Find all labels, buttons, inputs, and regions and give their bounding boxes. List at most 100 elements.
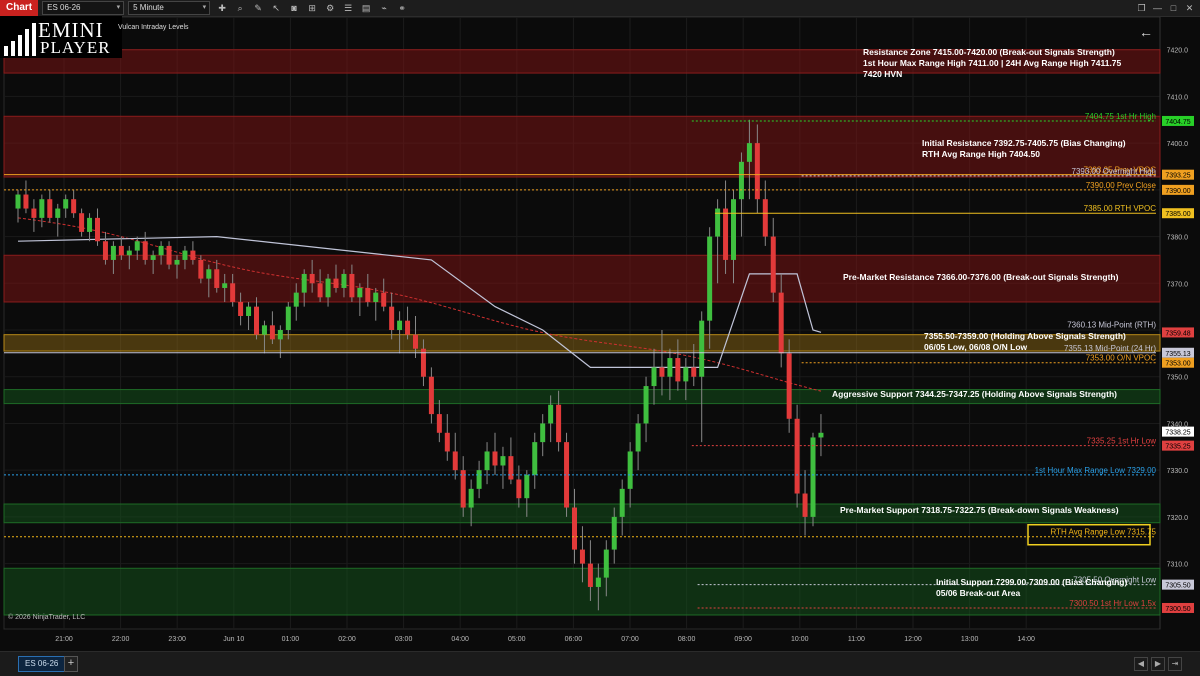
candle-body <box>277 330 283 340</box>
candle-body <box>452 451 458 471</box>
chart-menu-button[interactable]: Chart <box>0 0 39 16</box>
indicators-icon[interactable]: ⊞ <box>306 2 318 14</box>
price-chart[interactable]: 21:00 22:00 23:00 Jun 10 01:00 02:00 03:00 04:0… <box>0 16 1200 659</box>
pointer-icon[interactable]: ↖ <box>270 2 282 14</box>
time-tick-label: 12:00 <box>904 636 922 643</box>
link-icon[interactable]: ⚭ <box>396 2 408 14</box>
list-icon[interactable]: ☰ <box>342 2 354 14</box>
chevron-down-icon: ▾ <box>116 4 121 11</box>
instrument-value: ES 06-26 <box>47 3 81 12</box>
back-arrow-icon: ← <box>1139 24 1153 40</box>
level-label: 7390.00 Prev Close <box>1086 181 1157 190</box>
candle-body <box>683 367 689 382</box>
candle-body <box>206 269 212 279</box>
crosshair-icon[interactable]: ✚ <box>216 2 228 14</box>
add-tab-button[interactable]: + <box>64 656 78 672</box>
time-tick-label: 06:00 <box>565 636 583 643</box>
candle-body <box>444 432 450 452</box>
candle-body <box>754 143 760 200</box>
pencil-icon[interactable]: ✎ <box>252 2 264 14</box>
zone-label: 06/05 Low, 06/08 O/N Low <box>924 342 1028 352</box>
candle-body <box>102 241 108 260</box>
instrument-selector[interactable]: ES 06-26 ▾ <box>42 1 125 15</box>
time-tick-label: 14:00 <box>1017 636 1035 643</box>
candle-body <box>95 217 100 242</box>
candle-body <box>333 278 339 288</box>
candle-body <box>341 273 347 288</box>
zone-label: RTH Avg Range High 7404.50 <box>922 149 1040 159</box>
candle-body <box>269 325 275 340</box>
price-tick-label: 7330.0 <box>1167 468 1189 475</box>
price-tag-label: 7393.25 <box>1165 173 1190 180</box>
time-tick-label: 22:00 <box>112 636 130 643</box>
minimize-icon[interactable]: — <box>1151 2 1164 14</box>
candle-body <box>158 245 164 256</box>
chart-panel[interactable]: 21:00 22:00 23:00 Jun 10 01:00 02:00 03:00 04:0… <box>0 16 1200 659</box>
time-tick-label: 04:00 <box>451 636 469 643</box>
indicator-label: Vulcan Intraday Levels <box>118 24 189 31</box>
price-tag-label: 7335.25 <box>1165 444 1190 451</box>
candle-body <box>770 236 776 293</box>
candle-body <box>134 241 140 251</box>
candle-body <box>150 255 156 260</box>
candle-body <box>524 474 530 499</box>
candle-body <box>611 516 617 550</box>
time-tick-label: 11:00 <box>848 636 865 643</box>
candle-body <box>198 259 204 279</box>
scroll-controls: ◀ ▶ ⇥ <box>1131 657 1182 671</box>
candle-body <box>254 306 259 335</box>
draw-icon[interactable]: ⌁ <box>378 2 390 14</box>
candle-body <box>301 273 307 293</box>
level-label: 7385.00 RTH VPOC <box>1084 204 1157 213</box>
candle-body <box>142 241 148 260</box>
candle-body <box>778 292 784 354</box>
level-label: 7355.13 Mid-Point (24 Hr) <box>1064 344 1156 353</box>
candle-body <box>381 292 387 307</box>
candle-body <box>214 269 220 288</box>
candle-body <box>31 208 37 218</box>
properties-icon[interactable]: ▤ <box>360 2 372 14</box>
interval-value: 5 Minute <box>133 3 164 12</box>
time-tick-label: 08:00 <box>678 636 696 643</box>
zone-label: Resistance Zone 7415.00-7420.00 (Break-o… <box>863 47 1115 57</box>
candle-body <box>317 283 323 298</box>
candle-body <box>468 488 474 508</box>
candle-body <box>55 208 61 218</box>
candle-body <box>397 320 403 331</box>
candle-body <box>230 283 236 302</box>
candle-body <box>436 414 442 433</box>
scroll-right-icon[interactable]: ▶ <box>1151 657 1165 671</box>
time-tick-label: Jun 10 <box>223 636 244 643</box>
candle-body <box>47 199 53 218</box>
price-tag-label: 7353.00 <box>1165 361 1190 368</box>
close-icon[interactable]: ✕ <box>1183 2 1196 14</box>
candle-body <box>23 194 29 209</box>
level-label: 7335.25 1st Hr Low <box>1087 437 1157 446</box>
restore-icon[interactable]: ❐ <box>1135 2 1148 14</box>
candle-body <box>587 563 593 587</box>
candle-body <box>405 320 411 335</box>
candle-body <box>548 404 554 424</box>
scroll-end-icon[interactable]: ⇥ <box>1168 657 1182 671</box>
price-tick-label: 7370.0 <box>1167 281 1189 288</box>
candle-body <box>516 479 522 499</box>
price-tick-label: 7400.0 <box>1167 141 1189 148</box>
price-tag-label: 7385.00 <box>1165 211 1190 218</box>
candle-body <box>579 549 585 564</box>
maximize-icon[interactable]: □ <box>1167 2 1180 14</box>
candle-body <box>357 287 363 298</box>
camera-icon[interactable]: ◙ <box>288 2 300 14</box>
candle-body <box>572 507 577 550</box>
tab-es-06-26[interactable]: ES 06-26 <box>18 656 66 672</box>
level-label: 1st Hour Max Range Low 7329.00 <box>1035 466 1157 475</box>
strategies-icon[interactable]: ⚙ <box>324 2 336 14</box>
zone-label: 7355.50-7359.00 (Holding Above Signals S… <box>924 331 1126 341</box>
candle-body <box>603 549 609 578</box>
time-tick-label: 09:00 <box>734 636 752 643</box>
candle-body <box>810 437 816 517</box>
candle-body <box>182 250 188 260</box>
zoom-icon[interactable]: ⌕ <box>234 2 246 14</box>
interval-selector[interactable]: 5 Minute ▾ <box>128 1 211 15</box>
candle-body <box>110 245 116 260</box>
scroll-left-icon[interactable]: ◀ <box>1134 657 1148 671</box>
